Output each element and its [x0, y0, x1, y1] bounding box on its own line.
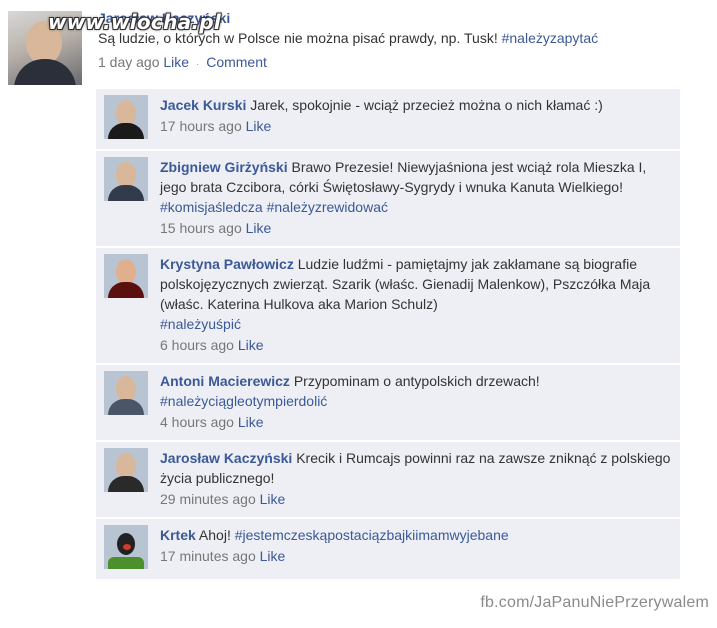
comment-author[interactable]: Antoni Macierewicz: [160, 373, 290, 389]
comment-item: Zbigniew Girżyński Brawo Prezesie! Niewy…: [96, 151, 680, 248]
comment-author[interactable]: Krystyna Pawłowicz: [160, 256, 294, 272]
comment-content: Zbigniew Girżyński Brawo Prezesie! Niewy…: [160, 157, 672, 217]
comment-meta: 15 hours ago Like: [160, 218, 672, 238]
comment-meta: 29 minutes ago Like: [160, 489, 672, 509]
comment-like-button[interactable]: Like: [260, 491, 286, 507]
comment-like-button[interactable]: Like: [246, 220, 272, 236]
comment-item: Antoni Macierewicz Przypominam o antypol…: [96, 365, 680, 442]
comment-avatar[interactable]: [104, 525, 148, 569]
post-meta: 1 day ago Like · Comment: [98, 52, 698, 75]
comment-item: Krtek Ahoj! #jestemczeskąpostaciązbajkii…: [96, 519, 680, 581]
comment-content: Antoni Macierewicz Przypominam o antypol…: [160, 371, 672, 411]
comment-timestamp[interactable]: 29 minutes ago: [160, 491, 256, 507]
comment-hashtags[interactable]: #należyciągleotympierdolić: [160, 393, 327, 409]
comment-author[interactable]: Jacek Kurski: [160, 97, 246, 113]
comment-like-button[interactable]: Like: [246, 118, 272, 134]
comment-avatar[interactable]: [104, 157, 148, 201]
post-timestamp[interactable]: 1 day ago: [98, 54, 160, 70]
comment-timestamp[interactable]: 6 hours ago: [160, 337, 234, 353]
comment-meta: 6 hours ago Like: [160, 335, 672, 355]
comment-item: Jacek Kurski Jarek, spokojnie - wciąż pr…: [96, 89, 680, 151]
avatar-suit: [14, 59, 76, 85]
avatar-suit: [108, 123, 144, 139]
comment-timestamp[interactable]: 15 hours ago: [160, 220, 242, 236]
avatar-grass: [108, 557, 144, 569]
comment-author[interactable]: Zbigniew Girżyński: [160, 159, 288, 175]
comment-text: Jarek, spokojnie - wciąż przecież można …: [250, 97, 603, 113]
comment-hashtags[interactable]: #należyuśpić: [160, 316, 241, 332]
avatar-nose: [123, 544, 131, 550]
comment-content: Jarosław Kaczyński Krecik i Rumcajs powi…: [160, 448, 672, 488]
comment-hashtags[interactable]: #jestemczeskąpostaciązbajkiimamwyjebane: [235, 527, 509, 543]
comment-content: Krtek Ahoj! #jestemczeskąpostaciązbajkii…: [160, 525, 672, 545]
comment-meta: 4 hours ago Like: [160, 412, 672, 432]
comment-author[interactable]: Jarosław Kaczyński: [160, 450, 292, 466]
post-comment-button[interactable]: Comment: [206, 54, 267, 70]
comment-item: Jarosław Kaczyński Krecik i Rumcajs powi…: [96, 442, 680, 519]
comment-avatar[interactable]: [104, 448, 148, 492]
comment-avatar[interactable]: [104, 254, 148, 298]
comment-like-button[interactable]: Like: [260, 548, 286, 564]
post-like-button[interactable]: Like: [163, 54, 189, 70]
comment-text: Ahoj!: [198, 527, 231, 543]
comment-author[interactable]: Krtek: [160, 527, 196, 543]
avatar-suit: [108, 476, 144, 492]
comment-timestamp[interactable]: 17 hours ago: [160, 118, 242, 134]
comment-like-button[interactable]: Like: [238, 337, 264, 353]
comment-meta: 17 minutes ago Like: [160, 546, 672, 566]
avatar-suit: [108, 282, 144, 298]
comment-like-button[interactable]: Like: [238, 414, 264, 430]
comment-list: Jacek Kurski Jarek, spokojnie - wciąż pr…: [96, 89, 680, 581]
comment-timestamp[interactable]: 4 hours ago: [160, 414, 234, 430]
comment-timestamp[interactable]: 17 minutes ago: [160, 548, 256, 564]
post-hashtag[interactable]: #należyzapytać: [502, 30, 599, 46]
comment-meta: 17 hours ago Like: [160, 116, 672, 136]
site-watermark: www.wiocha.pl: [48, 10, 222, 34]
comment-text: Przypominam o antypolskich drzewach!: [293, 373, 540, 389]
comment-avatar[interactable]: [104, 95, 148, 139]
avatar-suit: [108, 185, 144, 201]
meta-separator: ·: [195, 59, 200, 70]
comment-hashtags[interactable]: #komisjaśledcza #należyzrewidować: [160, 199, 388, 215]
comment-avatar[interactable]: [104, 371, 148, 415]
comment-item: Krystyna Pawłowicz Ludzie ludźmi - pamię…: [96, 248, 680, 365]
comment-content: Jacek Kurski Jarek, spokojnie - wciąż pr…: [160, 95, 672, 115]
comment-content: Krystyna Pawłowicz Ludzie ludźmi - pamię…: [160, 254, 672, 334]
avatar-suit: [108, 399, 144, 415]
source-footer: fb.com/JaPanuNiePrzerywalem: [480, 594, 709, 611]
